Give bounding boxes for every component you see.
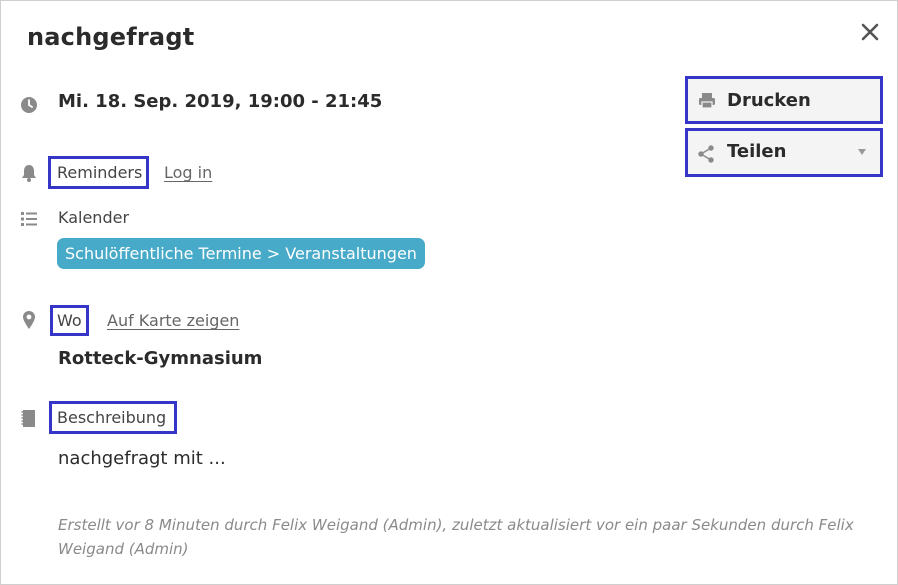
notepad-icon (21, 410, 35, 427)
login-link[interactable]: Log in (164, 163, 212, 182)
event-datetime: Mi. 18. Sep. 2019, 19:00 - 21:45 (58, 91, 383, 112)
where-label: Wo (57, 311, 82, 330)
close-icon[interactable] (857, 19, 883, 45)
share-icon (698, 145, 714, 163)
share-button[interactable]: Teilen (685, 128, 883, 177)
created-updated-info: Erstellt vor 8 Minuten durch Felix Weiga… (58, 516, 854, 558)
print-button[interactable]: Drucken (685, 76, 883, 124)
event-dialog: nachgefragt Mi. 18. Sep. 2019, 19:00 - 2… (0, 0, 898, 585)
show-on-map-link[interactable]: Auf Karte zeigen (107, 311, 239, 330)
bell-icon (22, 165, 36, 182)
print-button-label: Drucken (727, 90, 811, 111)
reminders-label: Reminders (57, 163, 143, 182)
dialog-title: nachgefragt (27, 23, 195, 51)
calendar-label: Kalender (58, 208, 130, 227)
map-pin-icon (23, 311, 35, 329)
caret-down-icon[interactable] (857, 148, 867, 156)
share-button-label: Teilen (727, 141, 787, 162)
description-text: nachgefragt mit ... (58, 448, 226, 469)
list-icon (21, 212, 37, 226)
description-label: Beschreibung (57, 408, 167, 427)
printer-icon (699, 93, 715, 109)
calendar-badge[interactable]: Schulöffentliche Termine > Veranstaltung… (57, 238, 425, 269)
location-name: Rotteck-Gymnasium (58, 348, 263, 369)
clock-icon (21, 97, 37, 113)
